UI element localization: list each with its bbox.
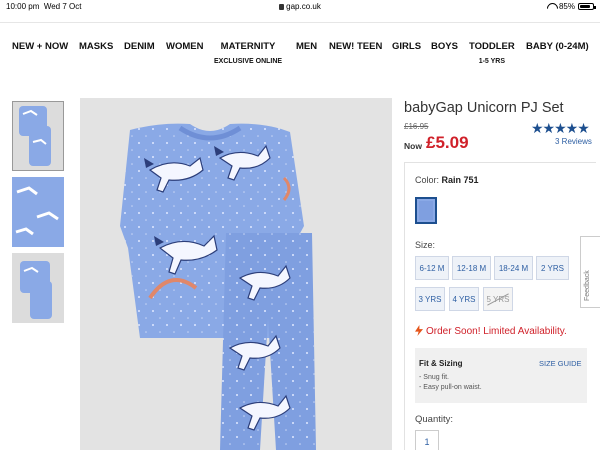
nav-item-boys[interactable]: BOYS (431, 41, 458, 52)
thumbnail-2[interactable] (12, 177, 64, 247)
size-18-24m[interactable]: 18-24 M (494, 256, 533, 280)
pj-set-thumbnail-image (19, 106, 51, 166)
nav-sub-exclusive-online: EXCLUSIVE ONLINE (214, 58, 283, 65)
battery-percent: 85% (558, 2, 575, 11)
unicorn-pj-set-image (120, 123, 316, 450)
color-swatch-rain-751[interactable] (415, 197, 437, 224)
fit-point: - Snug fit. (419, 374, 449, 381)
nav-item-men[interactable]: MEN (296, 41, 317, 52)
color-value: Rain 751 (441, 175, 479, 185)
status-right: 85% (547, 2, 596, 11)
thumbnail-3[interactable] (12, 253, 64, 323)
battery-icon (578, 3, 596, 10)
now-label: Now (404, 141, 422, 151)
lightning-icon (415, 325, 423, 336)
size-5-yrs-unavailable: 5 YRS (483, 287, 513, 311)
status-bar: 10:00 pm Wed 7 Oct gap.co.uk 85% (0, 0, 600, 14)
product-title: babyGap Unicorn PJ Set (404, 100, 564, 116)
wifi-icon (547, 3, 556, 10)
size-label: Size: (415, 240, 436, 250)
product-main-image[interactable] (80, 98, 392, 450)
unicorn-swatch-image (419, 201, 433, 220)
size-4-yrs[interactable]: 4 YRS (449, 287, 479, 311)
sale-price: £5.09 (426, 133, 469, 152)
quantity-input[interactable]: 1 (415, 430, 439, 450)
original-price: £16.95 (404, 122, 429, 131)
fit-point: - Easy pull-on waist. (419, 384, 482, 391)
main-nav: NEW + NOW MASKS DENIM WOMEN MATERNITY EXC… (0, 41, 600, 71)
nav-item-baby[interactable]: BABY (0-24M) (526, 41, 589, 52)
color-label: Color: Rain 751 (415, 175, 479, 185)
size-2-yrs[interactable]: 2 YRS (536, 256, 569, 280)
lock-icon (279, 4, 285, 10)
nav-item-girls[interactable]: GIRLS (392, 41, 421, 52)
nav-item-new-now[interactable]: NEW + NOW (12, 41, 68, 52)
reviews-link[interactable]: 3 Reviews (555, 137, 592, 146)
star-rating[interactable]: ★★★★★ (531, 120, 590, 137)
quantity-label: Quantity: (415, 414, 454, 425)
nav-item-women[interactable]: WOMEN (166, 41, 203, 52)
pj-set-back-thumbnail-image (20, 261, 52, 319)
feedback-tab[interactable]: Feedback (580, 236, 600, 308)
thumbnail-1[interactable] (12, 101, 64, 171)
url-bar[interactable]: gap.co.uk (0, 2, 600, 11)
nav-item-maternity[interactable]: MATERNITY EXCLUSIVE ONLINE (214, 41, 282, 65)
nav-item-new-teen[interactable]: NEW! TEEN (329, 41, 382, 52)
size-3-yrs[interactable]: 3 YRS (415, 287, 445, 311)
nav-item-masks[interactable]: MASKS (79, 41, 113, 52)
header-divider (0, 22, 600, 23)
nav-item-denim[interactable]: DENIM (124, 41, 155, 52)
order-notice: Order Soon! Limited Availability. (415, 325, 567, 337)
size-guide-link[interactable]: SIZE GUIDE (539, 359, 582, 368)
nav-sub-1-5-yrs: 1-5 YRS (478, 58, 506, 65)
size-12-18m[interactable]: 12-18 M (452, 256, 491, 280)
fabric-closeup-thumbnail-image (12, 177, 64, 247)
fit-title: Fit & Sizing (419, 359, 463, 368)
size-6-12m[interactable]: 6-12 M (415, 256, 449, 280)
nav-item-toddler[interactable]: TODDLER 1-5 YRS (469, 41, 515, 65)
